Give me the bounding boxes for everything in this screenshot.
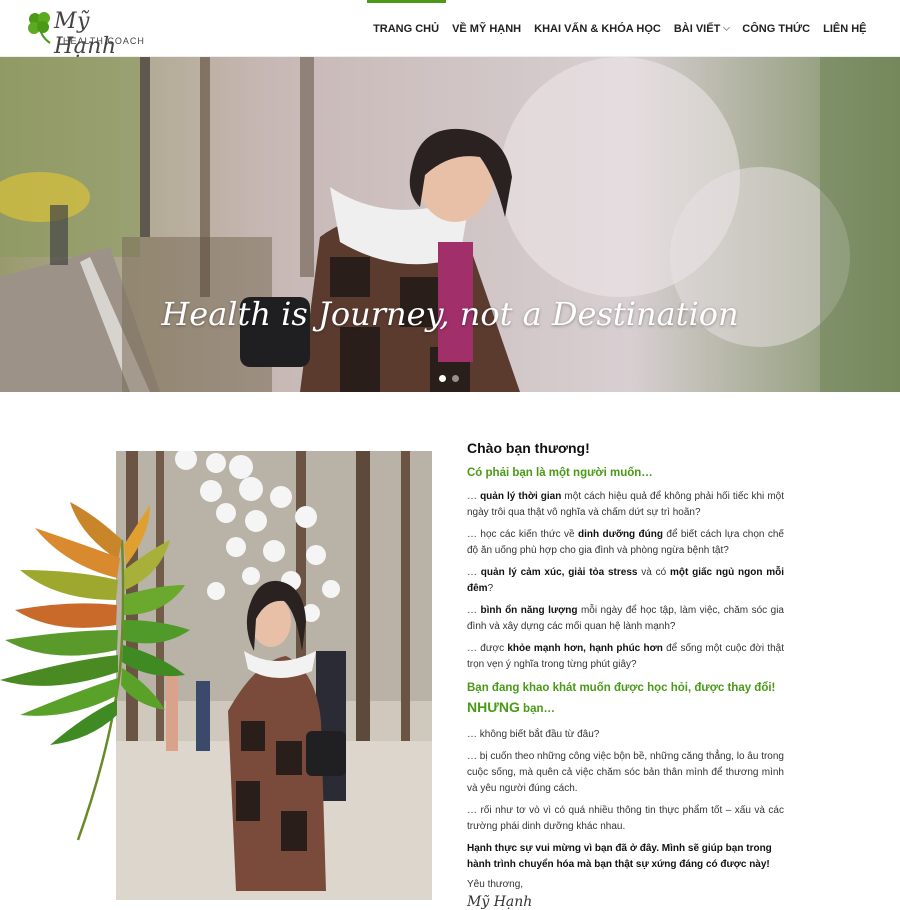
nav-item-recipes[interactable]: CÔNG THỨC: [736, 0, 817, 57]
leaf-decoration: [0, 502, 190, 841]
clover-icon: [28, 12, 51, 44]
nav-item-articles[interactable]: BÀI VIẾT: [667, 0, 735, 57]
nav-label: KHAI VẤN & KHÓA HỌC: [534, 22, 661, 35]
nav-item-home[interactable]: TRANG CHỦ: [366, 0, 446, 57]
desire-line: Bạn đang khao khát muốn được học hỏi, đư…: [467, 682, 776, 694]
problem-item: … rối như tơ vò vì có quá nhiều thông ti…: [467, 805, 784, 832]
item-bold: bình ổn năng lượng: [480, 605, 578, 616]
item-bold: quản lý thời gian: [480, 491, 562, 502]
item-bold: quản lý cảm xúc, giải tỏa stress: [480, 567, 638, 578]
question: Có phải bạn là một người muốn…: [467, 467, 653, 479]
site-logo[interactable]: Mỹ Hạnh HEALTH COACH: [26, 9, 151, 59]
intro-text: Chào bạn thương! Có phải bạn là một ngườ…: [467, 440, 784, 910]
desire-item: … bình ổn năng lượng mỗi ngày để học tập…: [467, 603, 784, 635]
site-header: Mỹ Hạnh HEALTH COACH TRANG CHỦ VỀ MỸ HẠN…: [0, 0, 900, 59]
closing-statement: Hạnh thực sự vui mừng vì bạn đã ở đây. M…: [467, 843, 772, 870]
item-pre: …: [467, 567, 481, 578]
item-pre: …: [467, 491, 481, 502]
logo-subtitle: HEALTH COACH: [63, 36, 145, 46]
desire-item: … quản lý cảm xúc, giải tỏa stress và có…: [467, 565, 784, 597]
item-pre: … học các kiến thức về: [467, 529, 578, 540]
desire-item: … học các kiến thức về dinh dưỡng đúng đ…: [467, 527, 784, 559]
nav-label: BÀI VIẾT: [673, 22, 721, 35]
logo-script: Mỹ Hạnh: [54, 9, 117, 59]
item-post: ?: [487, 583, 494, 594]
but-word: NHƯNG: [467, 699, 520, 715]
main-nav: TRANG CHỦ VỀ MỸ HẠNH KHAI VẤN & KHÓA HỌC…: [366, 0, 873, 57]
item-pre: …: [467, 605, 481, 616]
but-rest: bạn…: [519, 703, 555, 715]
nav-label: TRANG CHỦ: [373, 22, 440, 35]
problem-item: … bị cuốn theo những công việc bộn bề, n…: [467, 751, 784, 794]
signature: Mỹ Hạnh: [467, 894, 533, 910]
nav-item-about[interactable]: VỀ MỸ HẠNH: [446, 0, 528, 57]
hero-caption: Health is Journey, not a Destination: [161, 295, 739, 333]
nav-label: CÔNG THỨC: [742, 22, 811, 35]
greeting: Chào bạn thương!: [467, 440, 590, 456]
nav-item-coaching[interactable]: KHAI VẤN & KHÓA HỌC: [528, 0, 668, 57]
item-bold: dinh dưỡng đúng: [577, 529, 663, 540]
item-mid: và có: [637, 567, 670, 578]
nav-item-contact[interactable]: LIÊN HỆ: [817, 0, 873, 57]
but-line: NHƯNG bạn…: [467, 698, 784, 719]
desire-item: … được khỏe mạnh hơn, hạnh phúc hơn để s…: [467, 641, 784, 673]
hero-slider[interactable]: Health is Journey, not a Destination: [0, 57, 900, 392]
nav-label: VỀ MỸ HẠNH: [452, 22, 522, 35]
desire-heading: Bạn đang khao khát muốn được học hỏi, đư…: [467, 679, 784, 719]
item-pre: … được: [467, 643, 508, 654]
hero-image: [0, 57, 900, 392]
slider-dot-2[interactable]: [452, 375, 459, 382]
slider-dot-1[interactable]: [439, 375, 446, 382]
problem-item: … không biết bắt đầu từ đâu?: [467, 729, 600, 740]
item-bold: khỏe mạnh hơn, hạnh phúc hơn: [507, 643, 663, 654]
slider-dots: [439, 375, 459, 382]
sign-off: Yêu thương,: [467, 879, 524, 890]
nav-label: LIÊN HỆ: [823, 22, 867, 35]
desire-item: … quản lý thời gian một cách hiệu quả để…: [467, 489, 784, 521]
chevron-down-icon: [723, 23, 731, 31]
